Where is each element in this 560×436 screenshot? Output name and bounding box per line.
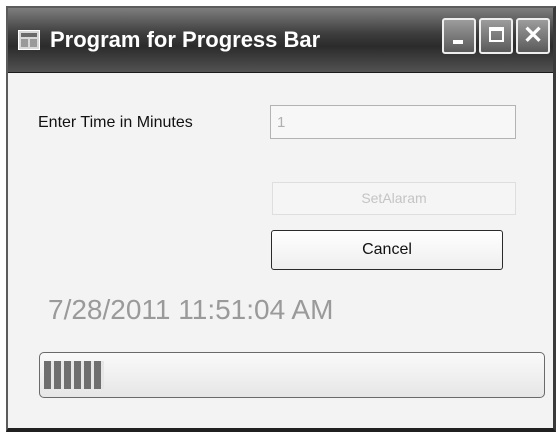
close-button[interactable]: ✕ xyxy=(516,18,550,54)
minimize-button[interactable] xyxy=(442,18,476,54)
maximize-button[interactable] xyxy=(479,18,513,54)
datetime-label: 7/28/2011 11:51:04 AM xyxy=(48,294,334,325)
window-title: Program for Progress Bar xyxy=(50,27,321,52)
app-window-icon xyxy=(18,30,40,50)
form-client-area: Enter Time in Minutes SetAlaram Cancel 7… xyxy=(8,72,553,428)
set-alarm-button[interactable]: SetAlaram xyxy=(272,182,516,215)
time-label: Enter Time in Minutes xyxy=(38,114,193,131)
time-input[interactable] xyxy=(270,105,516,139)
close-icon: ✕ xyxy=(522,22,544,49)
title-bar[interactable]: Program for Progress Bar ✕ xyxy=(8,8,553,73)
cancel-button[interactable]: Cancel xyxy=(271,230,503,270)
app-window: Program for Progress Bar ✕ Enter Time in… xyxy=(6,6,556,432)
minimize-icon xyxy=(453,40,463,44)
progress-bar xyxy=(39,352,545,398)
progress-fill xyxy=(44,361,104,389)
maximize-icon xyxy=(489,27,504,42)
